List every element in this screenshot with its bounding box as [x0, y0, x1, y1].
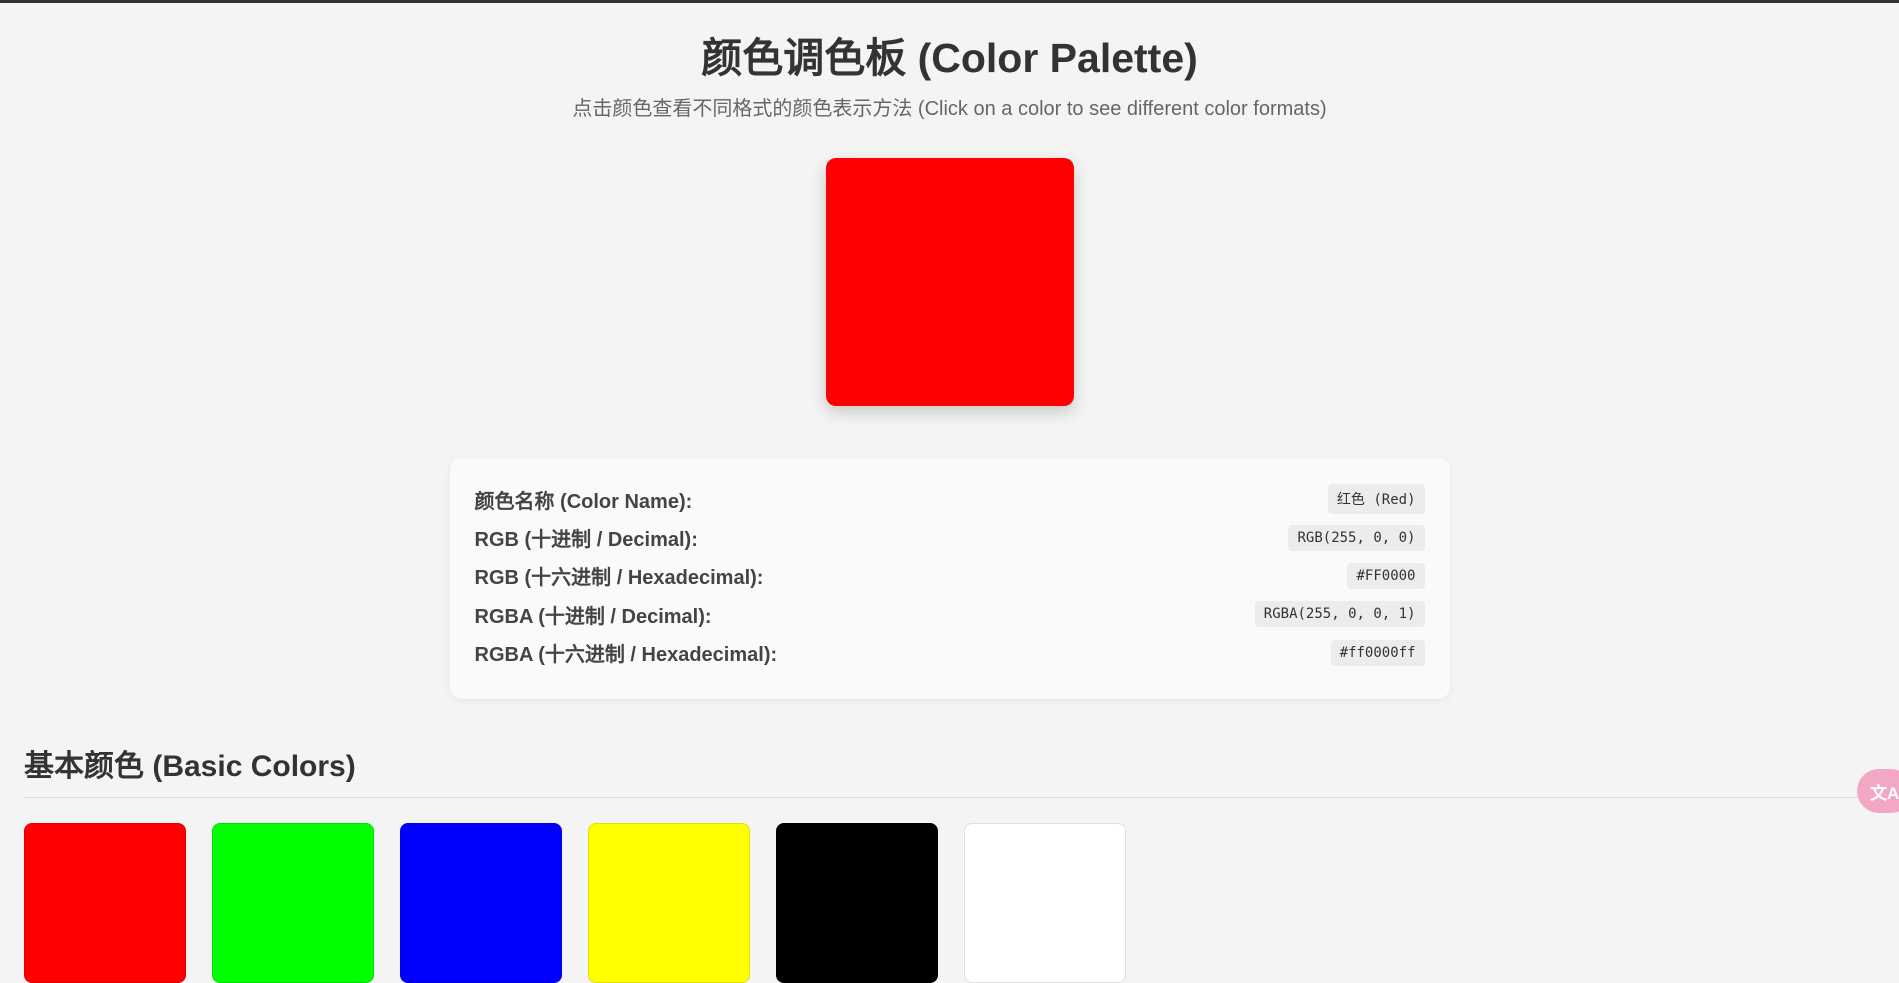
page-subtitle: 点击颜色查看不同格式的颜色表示方法 (Click on a color to s…: [572, 98, 1327, 120]
info-row-color-name: 颜色名称 (Color Name): 红色 (Red): [475, 480, 1425, 518]
info-value: RGBA(255, 0, 0, 1): [1254, 601, 1425, 628]
swatch-red[interactable]: [24, 822, 186, 983]
translate-button[interactable]: 文A: [1857, 769, 1899, 813]
info-value: #FF0000: [1347, 562, 1425, 589]
info-value: 红色 (Red): [1327, 484, 1425, 515]
swatch-green[interactable]: [212, 822, 374, 983]
translate-icon: 文A: [1870, 783, 1899, 803]
swatch-black[interactable]: [776, 822, 938, 983]
info-label: RGBA (十六进制 / Hexadecimal):: [474, 644, 778, 667]
page-title: 颜色调色板 (Color Palette): [701, 35, 1198, 81]
info-label: RGBA (十进制 / Decimal):: [474, 605, 712, 628]
swatch-blue[interactable]: [400, 822, 562, 983]
info-row-rgb-decimal: RGB (十进制 / Decimal): RGB(255, 0, 0): [475, 518, 1425, 556]
info-value: #ff0000ff: [1330, 639, 1425, 666]
info-label: 颜色名称 (Color Name):: [474, 490, 693, 513]
info-row-rgba-decimal: RGBA (十进制 / Decimal): RGBA(255, 0, 0, 1): [475, 595, 1425, 633]
page-header: 颜色调色板 (Color Palette) 点击颜色查看不同格式的颜色表示方法 …: [0, 3, 1899, 121]
swatch-yellow[interactable]: [588, 822, 750, 983]
color-preview: [825, 158, 1074, 406]
info-label: RGB (十六进制 / Hexadecimal):: [474, 567, 764, 590]
info-row-rgba-hex: RGBA (十六进制 / Hexadecimal): #ff0000ff: [475, 634, 1425, 672]
color-info-panel: 颜色名称 (Color Name): 红色 (Red) RGB (十进制 / D…: [449, 458, 1450, 699]
info-value: RGB(255, 0, 0): [1288, 524, 1425, 551]
info-label: RGB (十进制 / Decimal):: [474, 529, 698, 552]
section-title: 基本颜色 (Basic Colors): [24, 749, 1875, 798]
info-row-rgb-hex: RGB (十六进制 / Hexadecimal): #FF0000: [475, 557, 1425, 595]
swatch-grid: [24, 822, 1875, 983]
swatch-white[interactable]: [964, 822, 1126, 983]
basic-colors-section: 基本颜色 (Basic Colors): [0, 749, 1899, 983]
